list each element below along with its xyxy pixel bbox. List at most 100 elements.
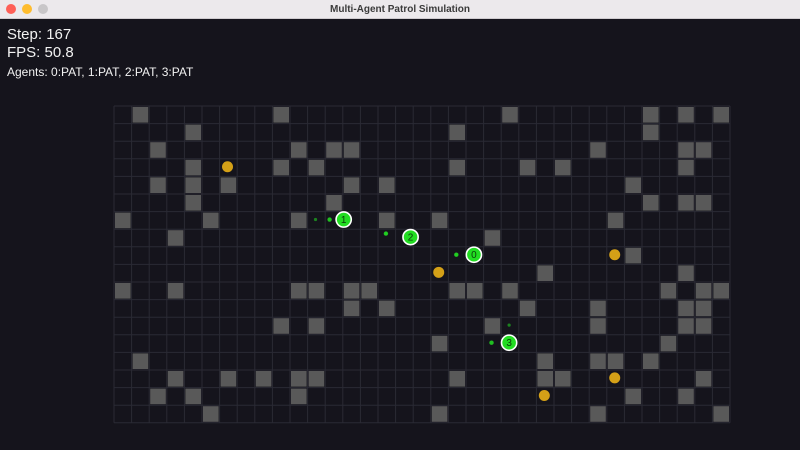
obstacle-cell (449, 371, 465, 387)
minimize-window-button[interactable] (22, 4, 32, 14)
obstacle-cell (660, 283, 677, 299)
patrol-goal-marker (433, 266, 445, 278)
obstacle-cell (607, 212, 624, 229)
obstacle-cell (678, 388, 694, 405)
obstacle-cell (150, 388, 166, 405)
obstacle-cell (695, 142, 712, 158)
obstacle-cell (625, 177, 641, 193)
obstacle-cell (185, 388, 201, 405)
agent-id-label: 3 (506, 338, 512, 349)
obstacle-cell (431, 212, 448, 229)
obstacle-cell (713, 283, 729, 299)
obstacle-cell (695, 371, 712, 387)
obstacle-cell (326, 195, 342, 211)
obstacle-cell (590, 142, 606, 158)
obstacle-cell (379, 300, 395, 317)
obstacle-cell (291, 212, 307, 229)
obstacle-cell (343, 142, 360, 158)
obstacle-cell (185, 195, 201, 211)
obstacle-cell (607, 353, 624, 369)
obstacle-cell (502, 107, 518, 123)
obstacle-cell (625, 388, 641, 405)
patrol-grid-world: 0 1 2 3 (113, 105, 731, 424)
obstacle-cell (308, 318, 325, 334)
obstacle-cell (431, 335, 448, 352)
obstacle-cell (220, 371, 237, 387)
obstacle-cell (379, 177, 395, 193)
close-window-button[interactable] (6, 4, 16, 14)
obstacle-cell (273, 318, 289, 334)
obstacle-cell (519, 159, 536, 176)
obstacle-cell (678, 195, 694, 211)
obstacle-cell (132, 353, 149, 369)
obstacle-cell (695, 283, 712, 299)
obstacle-cell (643, 195, 659, 211)
obstacle-cell (695, 195, 712, 211)
obstacle-cell (167, 283, 184, 299)
obstacle-cell (660, 335, 677, 352)
agent-id-label: 0 (471, 250, 477, 261)
title-bar: Multi-Agent Patrol Simulation (0, 0, 800, 19)
patrol-goal-marker (222, 161, 234, 173)
obstacle-cell (695, 318, 712, 334)
agent-trail-dot (384, 232, 388, 236)
obstacle-cell (150, 177, 166, 193)
step-counter: Step: 167 (7, 26, 72, 43)
obstacle-cell (326, 142, 342, 158)
obstacle-cell (308, 283, 325, 299)
obstacle-cell (713, 406, 729, 422)
obstacle-cell (343, 300, 360, 317)
obstacle-cell (643, 107, 659, 123)
window-controls (6, 4, 48, 14)
obstacle-cell (291, 142, 307, 158)
obstacle-cell (343, 177, 360, 193)
obstacle-cell (537, 265, 553, 281)
obstacle-cell (519, 300, 536, 317)
obstacle-cell (678, 159, 694, 176)
agent-trail-dot (454, 253, 458, 257)
obstacle-cell (625, 247, 641, 264)
agent-trail-dot (489, 340, 494, 345)
obstacle-cell (555, 371, 571, 387)
obstacle-cell (678, 300, 694, 317)
obstacle-cell (150, 142, 166, 158)
obstacle-cell (185, 124, 201, 141)
obstacle-cell (185, 177, 201, 193)
obstacle-cell (115, 283, 131, 299)
obstacle-cell (185, 159, 201, 176)
obstacle-cell (590, 300, 606, 317)
agent-id-label: 1 (341, 215, 347, 226)
obstacle-cell (132, 107, 149, 123)
obstacle-cell (273, 107, 289, 123)
agent-trail-dot (327, 217, 332, 222)
obstacle-cell (255, 371, 272, 387)
obstacle-cell (291, 371, 307, 387)
obstacle-cell (167, 371, 184, 387)
obstacle-cell (273, 159, 289, 176)
obstacle-cell (678, 107, 694, 123)
obstacle-cell (291, 283, 307, 299)
agent-trail-dot (507, 323, 511, 327)
obstacle-cell (678, 318, 694, 334)
obstacle-cell (484, 230, 501, 246)
obstacle-cell (203, 212, 219, 229)
obstacle-cell (678, 265, 694, 281)
obstacle-cell (220, 177, 237, 193)
agent-id-label: 2 (408, 233, 414, 244)
patrol-goal-marker (609, 372, 621, 384)
obstacle-cell (590, 406, 606, 422)
obstacle-cell (695, 300, 712, 317)
obstacle-cell (379, 212, 395, 229)
window-title: Multi-Agent Patrol Simulation (330, 3, 470, 15)
simulation-canvas: 0 1 2 3 Step: 167 FPS: 50.8 Agents: 0:PAT, … (0, 19, 800, 450)
obstacle-cell (167, 230, 184, 246)
obstacle-cell (291, 388, 307, 405)
obstacle-cell (678, 142, 694, 158)
obstacle-cell (308, 371, 325, 387)
obstacle-cell (115, 212, 131, 229)
maximize-window-button[interactable] (38, 4, 48, 14)
fps-counter: FPS: 50.8 (7, 44, 74, 61)
obstacle-cell (643, 124, 659, 141)
obstacle-cell (343, 283, 360, 299)
obstacle-cell (555, 159, 571, 176)
